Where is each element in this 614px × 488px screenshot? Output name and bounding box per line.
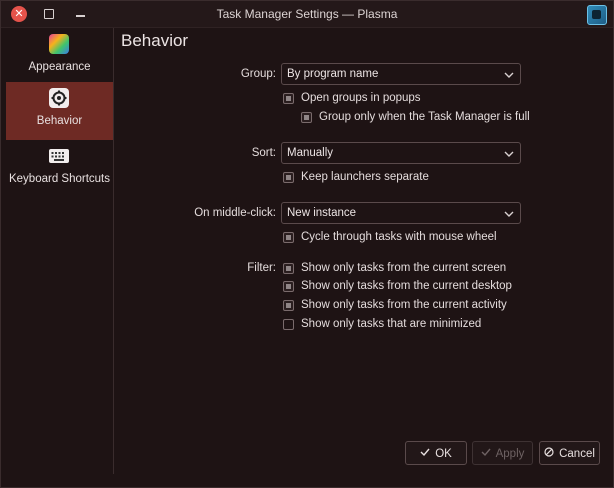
sidebar-item-label: Behavior: [36, 115, 83, 127]
sidebar-item-label: Appearance: [28, 61, 91, 73]
page-title: Behavior: [121, 31, 189, 50]
group-label: Group:: [240, 68, 276, 80]
keyboard-icon: [49, 149, 69, 163]
checkbox-label: Keep launchers separate: [301, 171, 429, 183]
cancel-button-label: Cancel: [559, 448, 595, 460]
group-select[interactable]: By program name: [281, 63, 521, 85]
checkbox-box: [283, 319, 294, 330]
sort-select-value: Manually: [287, 147, 334, 159]
middle-click-label: On middle-click:: [194, 207, 276, 219]
sort-label: Sort:: [251, 147, 276, 159]
settings-window: ✕ Task Manager Settings — Plasma Appeara…: [0, 0, 614, 488]
checkbox-label: Group only when the Task Manager is full: [319, 111, 530, 123]
app-icon: [587, 5, 607, 25]
cancel-icon: [544, 447, 554, 457]
titlebar: ✕ Task Manager Settings — Plasma: [1, 1, 613, 28]
palette-icon: [49, 34, 69, 54]
check-icon: [420, 448, 430, 457]
sidebar-item-keyboard-shortcuts[interactable]: Keyboard Shortcuts: [6, 140, 113, 198]
checkbox-box: [283, 172, 294, 183]
sidebar-item-behavior[interactable]: Behavior: [6, 82, 113, 140]
apply-button[interactable]: Apply: [472, 441, 533, 465]
checkbox-box: [283, 281, 294, 292]
sidebar-item-appearance[interactable]: Appearance: [6, 28, 113, 86]
checkbox-box: [283, 93, 294, 104]
group-select-value: By program name: [287, 68, 379, 80]
window-title: Task Manager Settings — Plasma: [216, 7, 398, 21]
apply-button-label: Apply: [495, 448, 525, 460]
middle-click-select-value: New instance: [287, 207, 357, 219]
checkbox-box: [301, 112, 312, 123]
sidebar-item-label: Keyboard Shortcuts: [8, 173, 110, 185]
middle-click-select[interactable]: New instance: [281, 202, 521, 224]
checkbox-label: Show only tasks from the current desktop: [301, 280, 512, 292]
checkbox-label: Show only tasks from the current activit…: [301, 299, 507, 311]
checkbox-label: Show only tasks from the current screen: [301, 262, 507, 274]
cancel-button[interactable]: Cancel: [539, 441, 600, 465]
checkbox-box: [283, 300, 294, 311]
chevron-down-icon: [504, 211, 514, 217]
chevron-down-icon: [504, 72, 514, 78]
filter-label: Filter:: [247, 262, 276, 274]
gear-icon: [49, 88, 69, 108]
chevron-down-icon: [504, 151, 514, 157]
checkbox-label: Open groups in popups: [301, 92, 421, 104]
ok-button[interactable]: OK: [405, 441, 467, 465]
check-icon: [481, 448, 491, 457]
ok-button-label: OK: [435, 448, 452, 460]
checkbox-label: Show only tasks that are minimized: [301, 318, 482, 330]
sort-select[interactable]: Manually: [281, 142, 521, 164]
checkbox-box: [283, 232, 294, 243]
sidebar: Appearance Behavior Keyboard Shortcuts: [6, 28, 114, 474]
checkbox-box: [283, 263, 294, 274]
checkbox-label: Cycle through tasks with mouse wheel: [301, 231, 497, 243]
